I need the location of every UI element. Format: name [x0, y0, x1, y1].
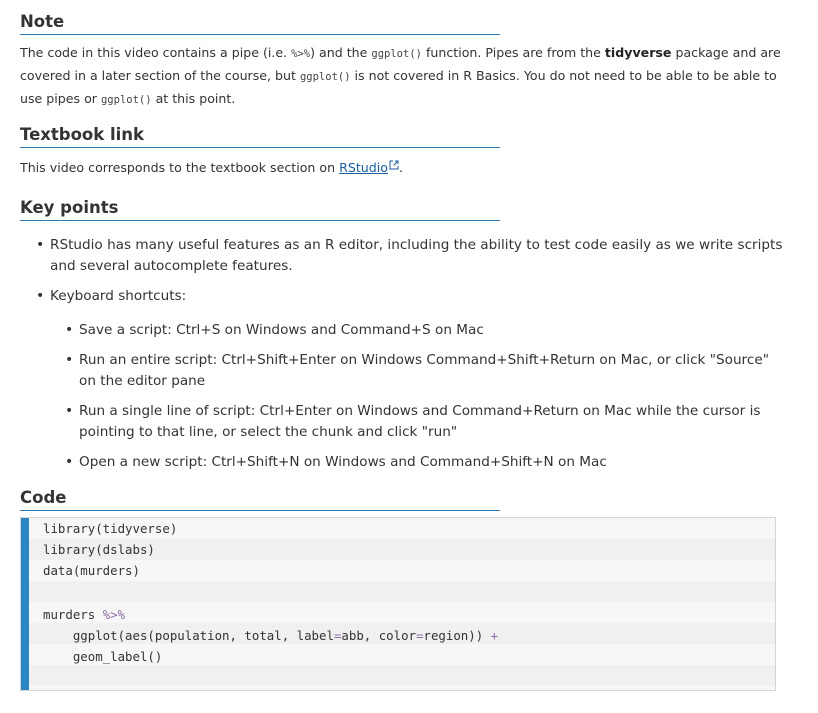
ggplot-code-2: ggplot()	[299, 71, 351, 83]
note-text-3: function. Pipes are from the	[421, 45, 605, 60]
page: Note The code in this video contains a p…	[0, 0, 818, 713]
plus-operator: +	[490, 628, 499, 643]
list-item: • RStudio has many useful features as an …	[36, 237, 783, 274]
bullet-icon: •	[36, 237, 45, 253]
ggplot-code-3: ggplot()	[100, 94, 152, 106]
code-line: murders %>%	[43, 607, 126, 622]
textbook-paragraph: This video corresponds to the textbook s…	[20, 155, 800, 178]
keypoints-list: • RStudio has many useful features as an …	[36, 235, 790, 307]
note-heading: Note	[20, 12, 500, 35]
list-item: • Save a script: Ctrl+S on Windows and Co…	[65, 320, 779, 341]
tidyverse-bold: tidyverse	[604, 45, 672, 60]
list-item: • Run an entire script: Ctrl+Shift+Enter …	[65, 352, 769, 389]
code-accent-bar	[21, 518, 29, 690]
bullet-icon: •	[36, 288, 45, 304]
code-stripe	[29, 665, 775, 686]
bullet-icon: •	[65, 322, 74, 338]
textbook-end: .	[398, 160, 403, 175]
list-item: • Open a new script: Ctrl+Shift+N on Wind…	[65, 452, 779, 473]
textbook-text: This video corresponds to the textbook s…	[20, 160, 340, 175]
shortcuts-list: • Save a script: Ctrl+S on Windows and Co…	[65, 320, 779, 473]
code-heading: Code	[20, 488, 500, 511]
note-paragraph: The code in this video contains a pipe (…	[20, 42, 800, 111]
external-link-icon[interactable]	[389, 155, 399, 176]
rstudio-link[interactable]: RStudio	[339, 160, 388, 175]
code-stripe	[29, 581, 775, 602]
note-text-1: The code in this video contains a pipe (…	[20, 45, 292, 60]
code-line: data(murders)	[43, 563, 140, 578]
list-item: • Run a single line of script: Ctrl+Enter…	[65, 403, 761, 440]
code-line: library(tidyverse)	[43, 521, 178, 536]
note-text-2: ) and the	[310, 45, 372, 60]
bullet-icon: •	[65, 454, 74, 470]
keypoints-heading: Key points	[20, 198, 500, 221]
code-line: geom_label()	[43, 649, 163, 664]
code-line: library(dslabs)	[43, 542, 155, 557]
list-item: • Keyboard shortcuts:	[36, 286, 790, 307]
pipe-code: %>%	[291, 48, 311, 60]
bullet-icon: •	[65, 352, 74, 368]
ggplot-code-1: ggplot()	[371, 48, 422, 60]
code-line: ggplot(aes(population, total, label=abb,…	[43, 628, 499, 643]
textbook-heading: Textbook link	[20, 125, 500, 148]
note-text-6: at this point.	[151, 91, 236, 106]
bullet-icon: •	[65, 403, 74, 419]
pipe-operator: %>%	[102, 607, 126, 622]
code-block[interactable]: library(tidyverse) library(dslabs) data(…	[20, 517, 776, 691]
